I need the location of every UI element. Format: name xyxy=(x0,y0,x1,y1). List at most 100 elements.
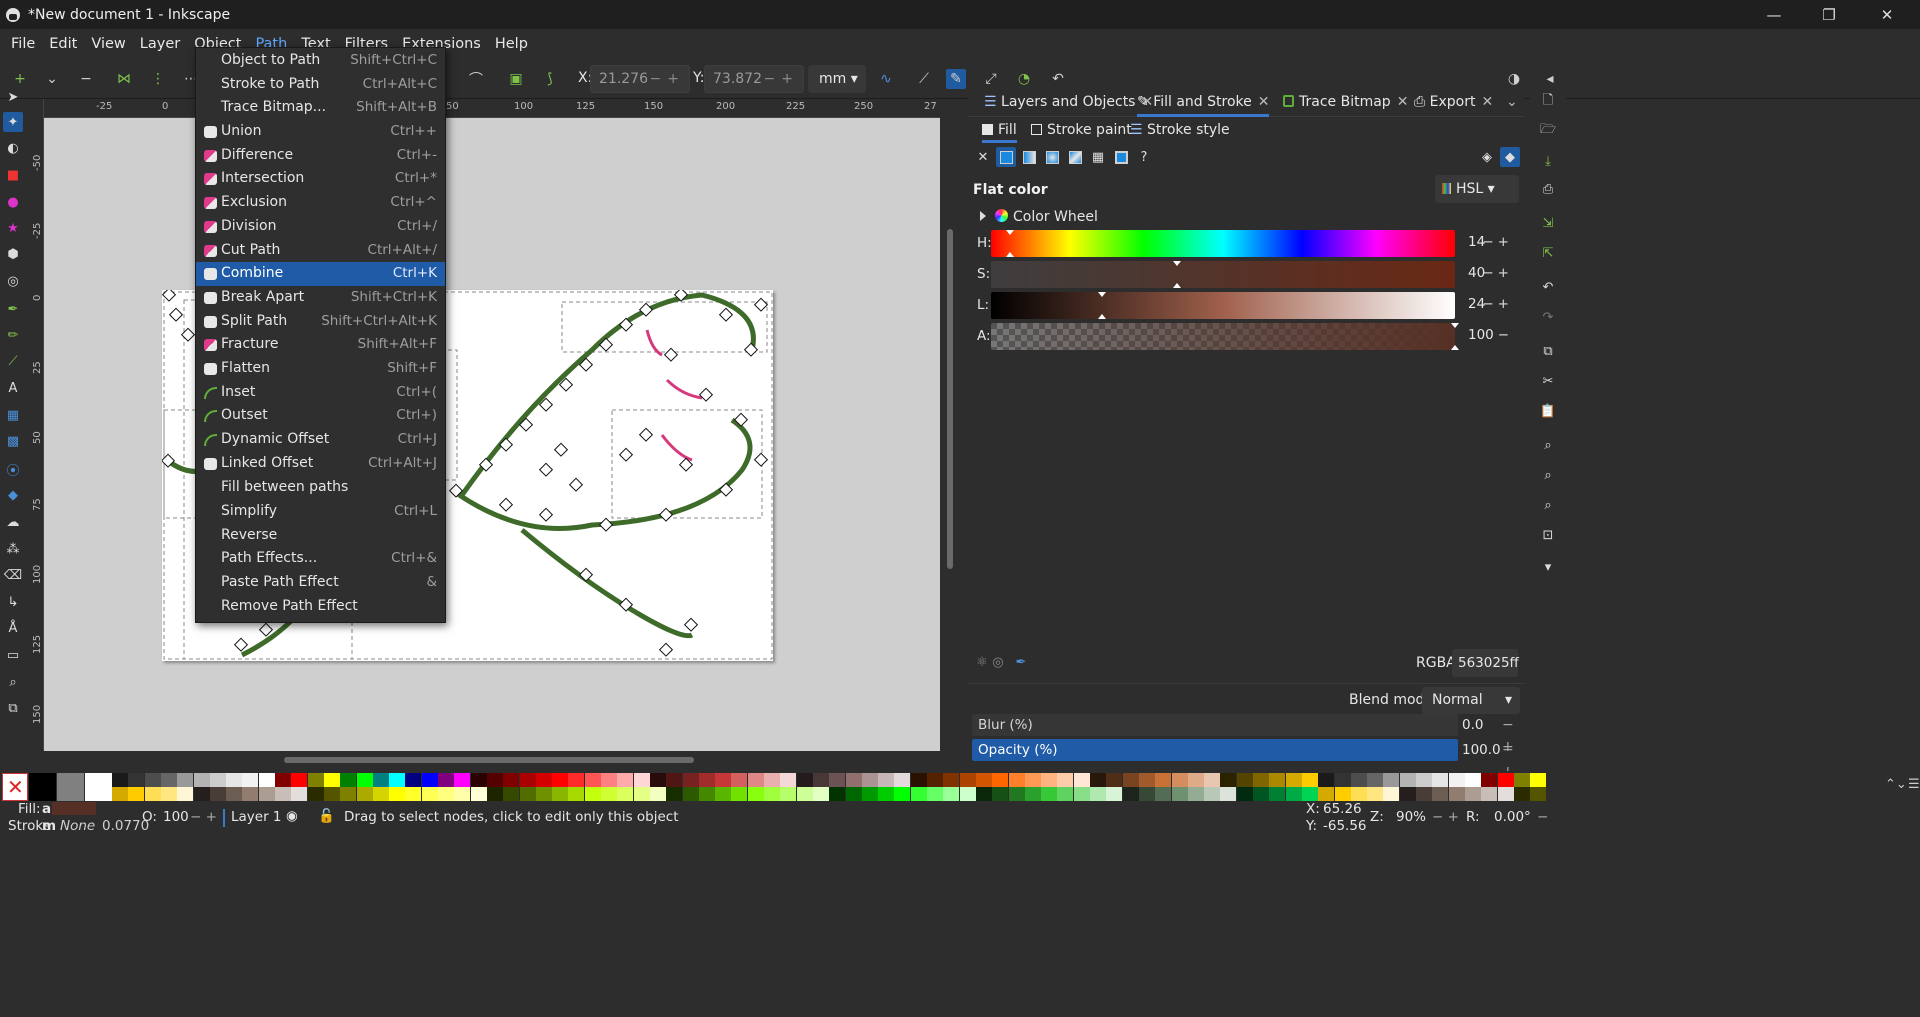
palette-swatch[interactable] xyxy=(1513,773,1530,787)
menu-item-stroke-to-path[interactable]: Stroke to Path Ctrl+Alt+C xyxy=(196,73,445,97)
palette-swatch[interactable] xyxy=(943,787,960,801)
palette-swatch[interactable] xyxy=(291,787,308,801)
shape-builder-icon[interactable]: ◐ xyxy=(3,138,23,158)
palette-swatch[interactable] xyxy=(910,787,927,801)
edit-path-effect-icon[interactable]: ✎ xyxy=(946,69,966,89)
palette-swatch[interactable] xyxy=(796,787,813,801)
palette-swatch[interactable] xyxy=(894,773,911,787)
palette-swatch[interactable] xyxy=(715,787,732,801)
palette-swatch[interactable] xyxy=(258,787,275,801)
measure-tool-icon[interactable]: ▭ xyxy=(3,645,23,665)
palette-swatch[interactable] xyxy=(666,773,683,787)
palette-scroll-icon[interactable]: ⌃⌄ xyxy=(1885,777,1907,792)
palette-swatch[interactable] xyxy=(1416,773,1432,787)
palette-swatch[interactable] xyxy=(1090,773,1106,787)
menu-item-fill-between-paths[interactable]: Fill between paths xyxy=(196,476,445,500)
palette-swatch[interactable] xyxy=(1269,787,1286,801)
minimize-icon[interactable]: — xyxy=(1745,0,1803,29)
vertical-ruler[interactable]: -50 -25 0 25 50 75 100 125 150 xyxy=(30,99,44,751)
zoom-selection-icon[interactable]: ⌕ xyxy=(1538,435,1558,455)
palette-swatch[interactable] xyxy=(421,787,438,801)
palette-swatch[interactable] xyxy=(323,787,340,801)
palette-swatch[interactable] xyxy=(1448,787,1465,801)
palette-swatch[interactable] xyxy=(780,773,797,787)
blur-value[interactable]: 0.0 xyxy=(1462,714,1483,736)
palette-swatch[interactable] xyxy=(1106,773,1123,787)
palette-swatch[interactable] xyxy=(1416,787,1432,801)
saturation-slider[interactable] xyxy=(991,261,1455,288)
menu-item-path-effects[interactable]: Path Effects... Ctrl+& xyxy=(196,547,445,571)
menu-view[interactable]: View xyxy=(84,29,132,59)
object-to-path-icon[interactable]: ▣ xyxy=(506,69,526,89)
palette-swatch[interactable] xyxy=(1155,787,1172,801)
palette-swatch[interactable] xyxy=(927,787,943,801)
current-layer[interactable]: Layer 1 xyxy=(231,809,282,825)
palette-swatch[interactable] xyxy=(486,787,503,801)
menu-edit[interactable]: Edit xyxy=(42,29,84,59)
palette-swatch[interactable] xyxy=(209,773,226,787)
commands-more-icon[interactable]: ▾ xyxy=(1538,557,1558,577)
palette-swatch[interactable] xyxy=(861,773,878,787)
palette-swatch[interactable] xyxy=(992,787,1009,801)
calligraphy-tool-icon[interactable]: ⟋ xyxy=(3,351,23,371)
palette-swatch[interactable] xyxy=(1301,773,1318,787)
palette-swatch[interactable] xyxy=(1318,773,1335,787)
palette-swatch[interactable] xyxy=(405,773,422,787)
palette-swatch[interactable] xyxy=(535,787,552,801)
palette-swatch[interactable] xyxy=(633,787,650,801)
palette-swatch[interactable] xyxy=(682,787,699,801)
palette-swatch[interactable] xyxy=(356,787,373,801)
palette-swatch[interactable] xyxy=(57,773,84,801)
node-symmetric-icon[interactable]: ⌒ xyxy=(466,69,486,89)
palette-swatch[interactable] xyxy=(128,787,145,801)
palette-swatch[interactable] xyxy=(927,773,943,787)
menu-item-inset[interactable]: Inset Ctrl+( xyxy=(196,381,445,405)
new-document-icon[interactable]: 🗋 xyxy=(1538,92,1558,112)
palette-swatch[interactable] xyxy=(829,787,846,801)
palette-swatch[interactable] xyxy=(275,787,291,801)
paint-bucket-icon[interactable]: ◆ xyxy=(3,485,23,505)
palette-swatch[interactable] xyxy=(975,787,992,801)
join-nodes-icon[interactable]: ⋈ xyxy=(114,69,134,89)
mesh-tool-icon[interactable]: ▩ xyxy=(3,431,23,451)
mesh-gradient-button[interactable] xyxy=(1065,147,1085,167)
palette-swatch[interactable] xyxy=(1187,773,1204,787)
zoom-tool-icon[interactable]: ⌕ xyxy=(3,672,23,692)
palette-swatch[interactable] xyxy=(959,773,976,787)
blur-slider[interactable]: Blur (%) 0.0 −+ xyxy=(972,714,1522,755)
menu-item-division[interactable]: Division Ctrl+/ xyxy=(196,215,445,239)
palette-swatch[interactable] xyxy=(1367,773,1384,787)
insert-dropdown-icon[interactable]: ⌄ xyxy=(42,69,62,89)
palette-swatch[interactable] xyxy=(1318,787,1335,801)
palette-swatch[interactable] xyxy=(552,773,569,787)
edit-clip-icon[interactable]: ◔ xyxy=(1014,69,1034,89)
3d-box-tool-icon[interactable]: ⬢ xyxy=(3,244,23,264)
lightness-value[interactable]: 24 −+ xyxy=(1460,290,1518,318)
menu-file[interactable]: File xyxy=(4,29,42,59)
palette-swatch[interactable] xyxy=(1334,787,1351,801)
close-icon[interactable]: ✕ xyxy=(1858,0,1916,29)
palette-swatch[interactable] xyxy=(1383,787,1400,801)
palette-swatch[interactable] xyxy=(698,787,715,801)
palette-swatch[interactable] xyxy=(1399,787,1416,801)
palette-swatch[interactable] xyxy=(992,773,1009,787)
flat-color-button[interactable] xyxy=(996,147,1016,167)
eraser-tool-icon[interactable]: ⌫ xyxy=(3,565,23,585)
palette-swatch[interactable] xyxy=(389,787,406,801)
palette-swatch[interactable] xyxy=(1204,787,1221,801)
palette-swatch[interactable] xyxy=(85,773,112,801)
palette-swatch[interactable] xyxy=(1432,773,1449,787)
text-tool-icon[interactable]: A xyxy=(3,378,23,398)
fill-rule-nonzero-icon[interactable]: ◆ xyxy=(1500,147,1520,167)
spray-tool-icon[interactable]: ⁂ xyxy=(3,539,23,559)
palette-swatch[interactable] xyxy=(1090,787,1106,801)
saturation-value[interactable]: 40 −+ xyxy=(1460,259,1518,287)
show-transform-icon[interactable]: ⤢ xyxy=(981,69,1001,89)
gradient-tool-icon[interactable]: ▦ xyxy=(3,405,23,425)
alpha-slider[interactable] xyxy=(991,323,1459,350)
subtab-stroke-style[interactable]: ☰ Stroke style xyxy=(1130,122,1230,138)
pages-tool-icon[interactable]: ⧉ xyxy=(3,698,23,718)
menu-item-dynamic-offset[interactable]: Dynamic Offset Ctrl+J xyxy=(196,428,445,452)
palette-swatch[interactable] xyxy=(160,773,177,787)
selector-tool-icon[interactable]: ➤ xyxy=(3,87,23,107)
